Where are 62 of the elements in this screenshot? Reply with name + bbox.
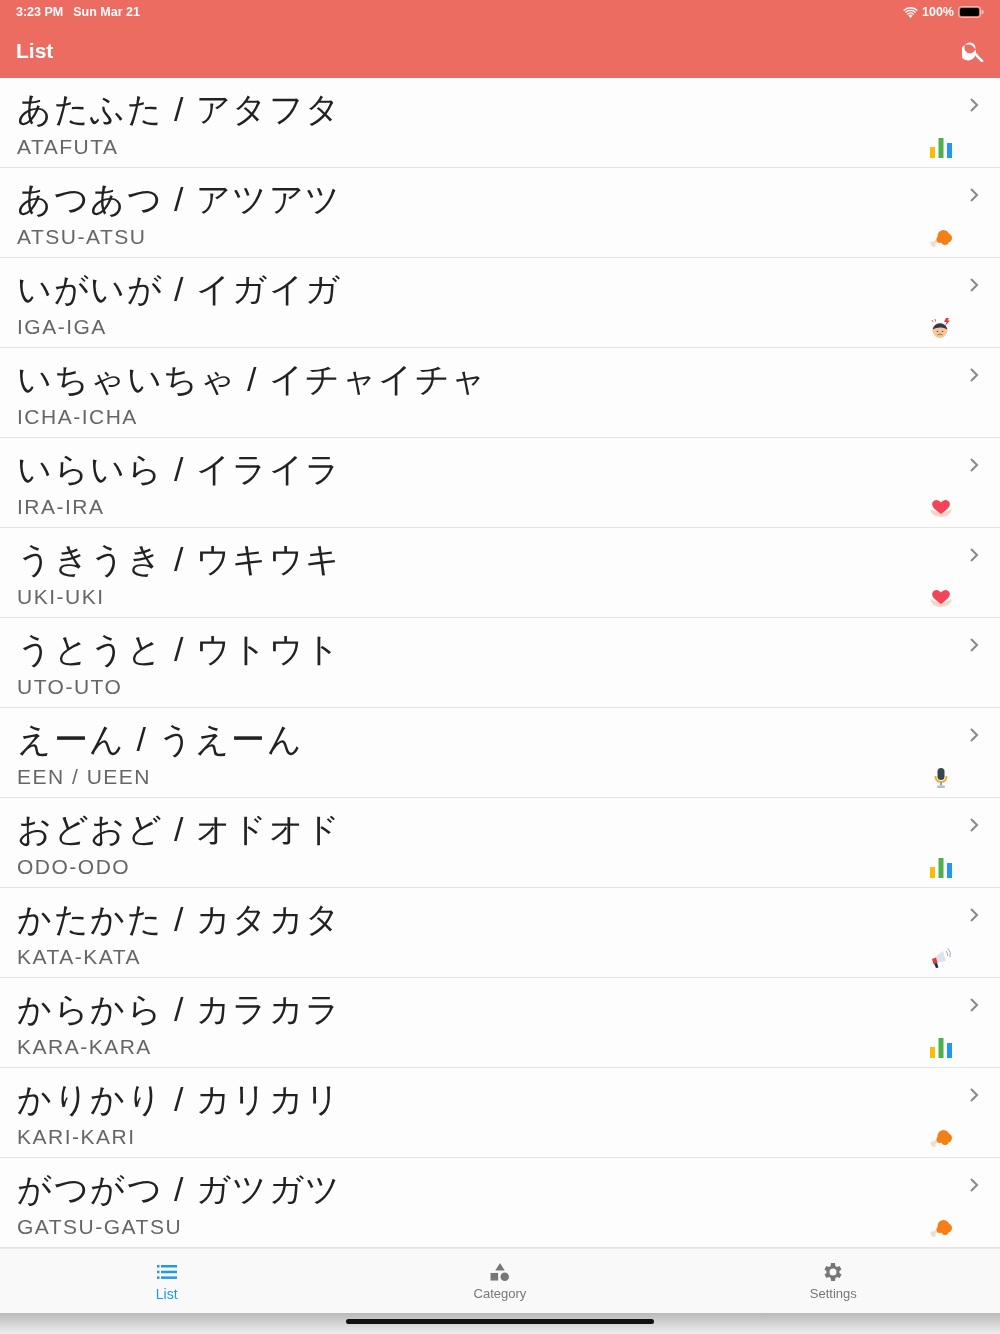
word-title: うとうと / ウトウト (17, 629, 342, 670)
chevron-icon (969, 187, 979, 203)
chevron-icon (969, 997, 979, 1013)
word-title: いちゃいちゃ / イチャイチャ (17, 359, 488, 400)
word-title: いらいら / イライラ (17, 449, 342, 490)
chevron-icon (969, 817, 979, 833)
heart-in-hands-icon (930, 498, 952, 518)
megaphone-icon (930, 948, 952, 968)
word-romaji: ODO-ODO (17, 854, 131, 880)
word-romaji: ATSU-ATSU (17, 224, 147, 250)
status-time: 3:23 PM (16, 5, 64, 19)
word-romaji: UTO-UTO (17, 674, 123, 700)
heart-in-hands-icon (930, 588, 952, 608)
word-title: うきうき / ウキウキ (17, 539, 342, 580)
wifi-icon (903, 6, 918, 18)
word-romaji: KATA-KATA (17, 944, 141, 970)
settings-icon (823, 1263, 844, 1281)
word-title: あつあつ / アツアツ (17, 179, 342, 220)
nav-title: List (16, 39, 54, 63)
word-romaji: ATAFUTA (17, 134, 119, 160)
chevron-icon (969, 1177, 979, 1193)
tab[interactable]: Category (333, 1249, 667, 1313)
word-romaji: IGA-IGA (17, 314, 107, 340)
word-romaji: KARA-KARA (17, 1034, 152, 1060)
chevron-icon (969, 637, 979, 653)
bar-chart-icon (930, 858, 952, 878)
chevron-icon (969, 367, 979, 383)
word-romaji: IRA-IRA (17, 494, 105, 520)
status-date: Sun Mar 21 (73, 5, 140, 19)
word-romaji: KARI-KARI (17, 1124, 136, 1150)
word-title: からから / カラカラ (17, 989, 342, 1030)
word-title: いがいが / イガイガ (17, 269, 342, 310)
word-title: おどおど / オドオド (17, 809, 342, 850)
chevron-icon (969, 547, 979, 563)
drumstick-icon (930, 228, 952, 248)
chevron-icon (969, 277, 979, 293)
word-title: がつがつ / ガツガツ (17, 1169, 342, 1210)
headache-face-icon (930, 318, 952, 338)
tab[interactable]: Settings (666, 1249, 1000, 1313)
chevron-icon (969, 1087, 979, 1103)
search-icon (962, 40, 984, 62)
drumstick-icon (930, 1128, 952, 1148)
chevron-icon (969, 727, 979, 743)
list-icon (156, 1263, 177, 1281)
word-title: えーん / うえーん (17, 719, 304, 760)
word-romaji: ICHA-ICHA (17, 404, 138, 430)
shapes-icon (490, 1263, 510, 1281)
word-title: あたふた / アタフタ (17, 89, 342, 130)
word-title: かたかた / カタカタ (17, 899, 342, 940)
battery-percent: 100% (922, 5, 954, 19)
word-romaji: EEN / UEEN (17, 764, 152, 790)
search-button[interactable] (962, 40, 984, 62)
word-title: かりかり / カリカリ (17, 1079, 342, 1120)
bar-chart-icon (930, 1038, 952, 1058)
chevron-icon (969, 457, 979, 473)
word-romaji: UKI-UKI (17, 584, 105, 610)
drumstick-icon (930, 1218, 952, 1238)
word-romaji: GATSU-GATSU (17, 1214, 183, 1240)
bar-chart-icon (930, 138, 952, 158)
chevron-icon (969, 97, 979, 113)
chevron-icon (969, 907, 979, 923)
battery-icon (958, 6, 984, 18)
